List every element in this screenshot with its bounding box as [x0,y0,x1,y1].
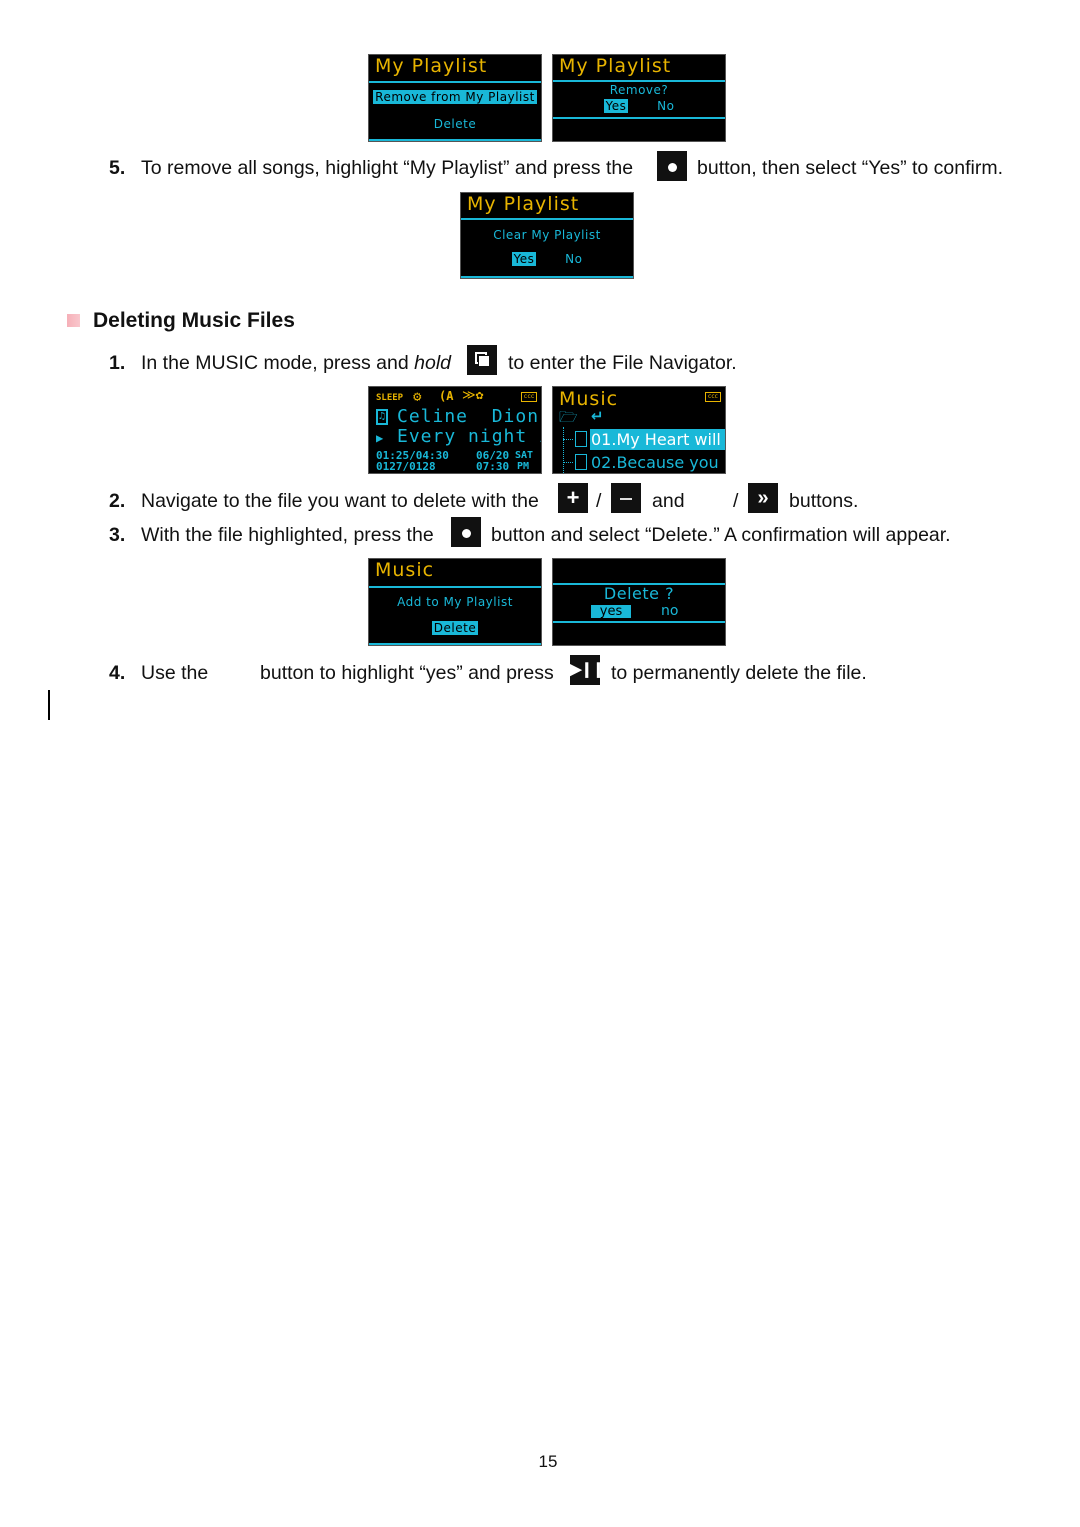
step-3-after: button and select “Delete.” A confirmati… [491,524,951,546]
step-1-after: to enter the File Navigator. [508,352,737,374]
divider [461,276,633,278]
confirm-prompt: Remove? [609,83,669,97]
step-5-after: button, then select “Yes” to confirm. [697,157,1004,179]
battery-icon: ccc [705,392,721,402]
play-indicator-icon: ▶ [376,431,384,445]
confirm-prompt: Clear My Playlist [493,228,601,242]
step-4-after: to permanently delete the file. [611,662,867,684]
screen-remove-confirm: My Playlist Remove? Yes No [552,54,726,142]
screen-delete-confirm: Delete ? yes no [552,558,726,646]
select-button-icon [657,151,687,181]
sleep-indicator: SLEEP [376,393,404,403]
navigator-button-icon [467,345,497,375]
file-icon [575,431,587,447]
plus-button-icon: + [558,483,588,513]
am-pm: PM [517,461,530,472]
confirm-prompt: Delete ? [603,584,675,603]
divider [553,621,725,623]
screen-title: My Playlist [375,55,488,77]
no-option[interactable]: No [657,99,674,113]
menu-option-delete[interactable]: Delete [369,117,541,131]
divider [369,81,541,83]
play-pause-button-icon: ▶❙❙ [570,655,605,685]
no-option[interactable]: no [661,604,678,618]
select-button-icon [451,517,481,547]
divider [369,586,541,588]
file-item[interactable]: 01.My Heart will [563,429,725,450]
separator: / [733,490,739,512]
confirm-options: Yes No [461,252,633,266]
repeat-mode-icon: (A [439,389,454,403]
file-name: 02.Because you [591,453,719,472]
file-icon [575,454,587,470]
screen-title: My Playlist [467,193,580,215]
music-file-icon: ♫ [376,409,388,425]
step-4-middle: button to highlight “yes” and press [260,662,554,684]
file-item[interactable]: 02.Because you [563,452,725,473]
divider [369,139,541,141]
and-text: and [652,490,685,512]
menu-option-remove[interactable]: Remove from My Playlist [369,90,541,104]
back-arrow-icon[interactable]: ↵ [591,407,604,425]
yes-option[interactable]: Yes [603,99,629,113]
screen-title: My Playlist [559,55,672,77]
screen-music-menu: Music Add to My Playlist Delete [368,558,542,646]
text-cursor [48,690,50,720]
screen-playlist-menu: My Playlist Remove from My Playlist Dele… [368,54,542,142]
eq-icon: ⚙ [413,389,422,405]
minus-button-icon [611,483,641,513]
confirm-options: Yes No [553,99,725,113]
divider [553,80,725,82]
page-number: 15 [538,1452,558,1471]
divider [461,218,633,220]
section-heading: Deleting Music Files [93,309,295,332]
yes-option[interactable]: Yes [511,252,537,266]
battery-icon: ccc [521,392,537,402]
artist-name: Celine Dion [397,406,540,427]
screen-clear-confirm: My Playlist Clear My Playlist Yes No [460,192,634,279]
clock-time: 07:30 [476,460,510,473]
shuffle-runner-icon: ≫✿ [462,388,484,403]
divider [553,117,725,119]
fast-forward-button-icon: » [748,483,778,513]
track-count: 0127/0128 [376,460,436,473]
divider [369,643,541,645]
screen-title: Music [375,559,435,581]
song-title: Every night in [397,426,541,447]
screen-now-playing: SLEEP ⚙ (A ≫✿ ccc ♫ Celine Dion ▶ Every … [368,386,542,474]
step-2-after: buttons. [789,490,859,512]
menu-option-delete[interactable]: Delete [369,621,541,635]
day: SAT [515,450,534,461]
menu-option-add[interactable]: Add to My Playlist [369,595,541,609]
separator: / [596,490,602,512]
yes-option[interactable]: yes [591,605,631,618]
screen-file-navigator: Music ccc 🗁 ↵ 01.My Heart will 02.Becaus… [552,386,726,474]
no-option[interactable]: No [565,252,582,266]
file-name: 01.My Heart will [590,429,725,450]
section-bullet-icon [67,314,80,327]
